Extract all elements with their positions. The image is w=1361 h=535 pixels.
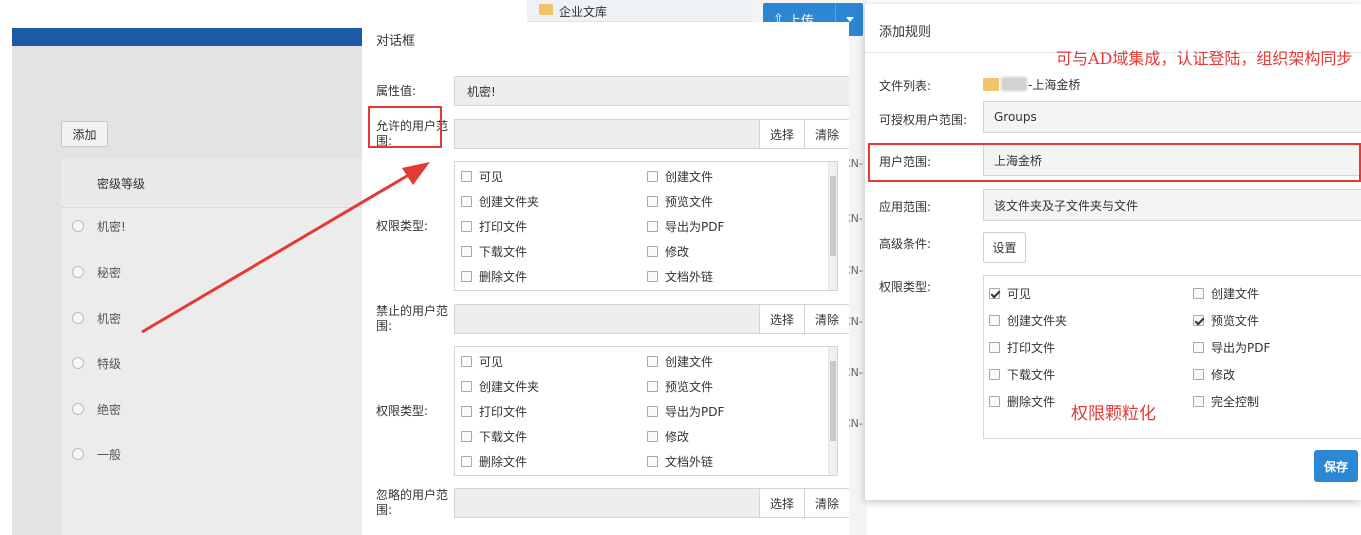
annotation-arrow	[141, 162, 430, 334]
annotation-granular: 权限颗粒化	[1071, 404, 1156, 424]
arrow-head	[402, 162, 430, 185]
annotation-ad-integration: 可与AD域集成，认证登陆，组织架构同步	[1056, 49, 1353, 68]
arrow-line	[141, 171, 413, 334]
